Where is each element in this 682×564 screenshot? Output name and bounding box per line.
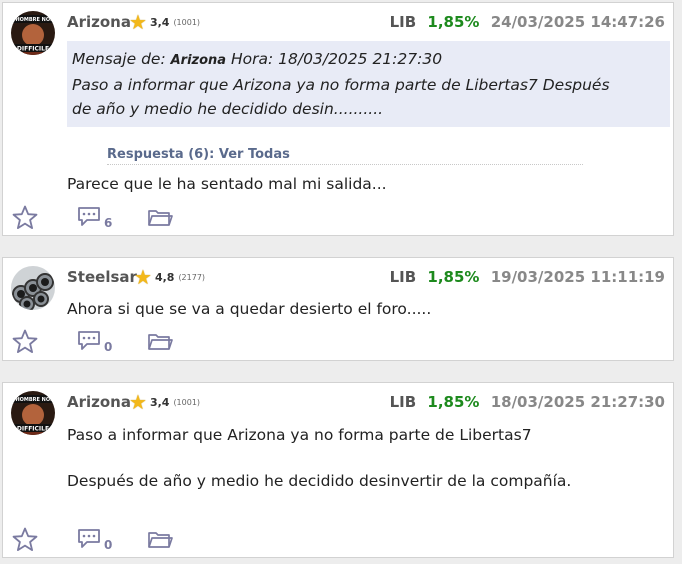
comments-button[interactable]: 0	[77, 330, 113, 354]
user-rating: ★ 3,4 (1001)	[129, 392, 200, 412]
post-actions: 0	[11, 328, 211, 358]
post-body: Parece que le ha sentado mal mi salida..…	[67, 175, 387, 193]
folder-icon[interactable]	[147, 208, 173, 232]
username[interactable]: Arizona	[67, 13, 131, 31]
ticker[interactable]: LIB	[390, 268, 417, 286]
price-change: 1,85%	[427, 268, 480, 286]
quote-time: Hora: 18/03/2025 21:27:30	[231, 50, 443, 68]
comment-icon	[78, 207, 100, 226]
post-body-line: Después de año y medio he decidido desin…	[67, 472, 572, 490]
favorite-star-icon[interactable]	[11, 526, 39, 558]
post-actions: 0	[11, 526, 211, 556]
rating-count: (1001)	[173, 397, 201, 407]
rating-count: (1001)	[173, 17, 201, 27]
post-actions: 6	[11, 204, 211, 234]
post-meta: LIB 1,85% 24/03/2025 14:47:26	[390, 13, 665, 31]
avatar[interactable]	[11, 266, 55, 310]
post-body-line: Paso a informar que Arizona ya no forma …	[67, 426, 532, 444]
quote-line: Paso a informar que Arizona ya no forma …	[72, 76, 610, 94]
quoted-message: Mensaje de: Arizona Hora: 18/03/2025 21:…	[67, 41, 670, 127]
comments-button[interactable]: 0	[77, 528, 113, 552]
quote-user: Arizona	[170, 53, 227, 68]
price-change: 1,85%	[427, 13, 480, 31]
svg-text:DIFFICILE: DIFFICILE	[17, 46, 49, 53]
svg-text:UN HOMBRE NOBLE: UN HOMBRE NOBLE	[11, 17, 55, 23]
user-rating: ★ 4,8 (2177)	[134, 267, 205, 287]
username[interactable]: Arizona	[67, 393, 131, 411]
post-body: Ahora si que se va a quedar desierto el …	[67, 300, 432, 318]
rating-score: 3,4	[149, 15, 170, 29]
comments-button[interactable]: 6	[77, 206, 113, 230]
ticker[interactable]: LIB	[390, 13, 417, 31]
svg-text:DIFFICILE: DIFFICILE	[17, 426, 49, 433]
svg-text:UN HOMBRE NOBLE: UN HOMBRE NOBLE	[11, 397, 55, 403]
avatar[interactable]: UN HOMBRE NOBLE DIFFICILE	[11, 11, 55, 55]
forum-post: Steelsar ★ 4,8 (2177) LIB 1,85% 19/03/20…	[2, 257, 674, 361]
forum-post: UN HOMBRE NOBLE DIFFICILE Arizona ★ 3,4 …	[2, 2, 674, 236]
post-date: 19/03/2025 11:11:19	[490, 268, 665, 286]
comment-icon	[78, 529, 100, 548]
ticker[interactable]: LIB	[390, 393, 417, 411]
forum-post: UN HOMBRE NOBLE DIFFICILE Arizona ★ 3,4 …	[2, 382, 674, 558]
user-rating: ★ 3,4 (1001)	[129, 12, 200, 32]
folder-icon[interactable]	[147, 530, 173, 554]
post-date: 24/03/2025 14:47:26	[490, 13, 665, 31]
quote-prefix: Mensaje de:	[72, 50, 166, 68]
username[interactable]: Steelsar	[67, 268, 137, 286]
comment-icon	[78, 331, 100, 350]
post-meta: LIB 1,85% 18/03/2025 21:27:30	[390, 393, 665, 411]
rating-score: 4,8	[154, 270, 175, 284]
comment-count: 6	[104, 216, 113, 230]
rating-star-icon: ★	[129, 390, 147, 414]
rating-star-icon: ★	[129, 10, 147, 34]
rating-count: (2177)	[178, 272, 206, 282]
price-change: 1,85%	[427, 393, 480, 411]
post-date: 18/03/2025 21:27:30	[490, 393, 665, 411]
folder-icon[interactable]	[147, 332, 173, 356]
comment-count: 0	[104, 340, 113, 354]
avatar[interactable]: UN HOMBRE NOBLE DIFFICILE	[11, 391, 55, 435]
favorite-star-icon[interactable]	[11, 204, 39, 236]
favorite-star-icon[interactable]	[11, 328, 39, 360]
post-meta: LIB 1,85% 19/03/2025 11:11:19	[390, 268, 665, 286]
rating-star-icon: ★	[134, 265, 152, 289]
comment-count: 0	[104, 538, 113, 552]
replies-link[interactable]: Respuesta (6): Ver Todas	[107, 147, 583, 165]
quote-line: de año y medio he decidido desin........…	[72, 100, 384, 118]
rating-score: 3,4	[149, 395, 170, 409]
